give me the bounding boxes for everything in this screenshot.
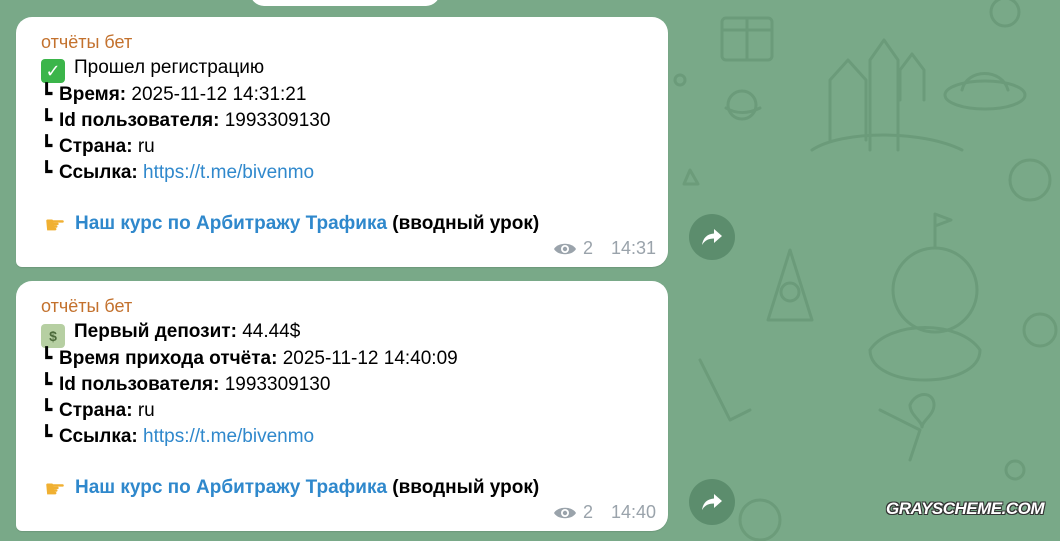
course-line: ☛ Наш курс по Арбитражу Трафика (вводный … [41, 213, 539, 238]
detail-row: ┗ Страна: ru [41, 399, 155, 422]
share-button[interactable] [689, 214, 735, 260]
previous-message-bubble [250, 0, 440, 6]
corner-glyph: ┗ [41, 110, 53, 131]
corner-glyph: ┗ [41, 374, 53, 395]
row-label: Время прихода отчёта: [59, 348, 278, 369]
corner-glyph: ┗ [41, 426, 53, 447]
pointing-finger-emoji: ☛ [44, 476, 66, 503]
row-label: Страна: [59, 400, 133, 421]
row-value: 2025-11-12 14:31:21 [131, 84, 307, 105]
corner-glyph: ┗ [41, 400, 53, 421]
row-label: Id пользователя: [59, 374, 220, 395]
course-link[interactable]: Наш курс по Арбитражу Трафика [75, 477, 387, 498]
row-label: Ссылка: [59, 162, 138, 183]
course-line: ☛ Наш курс по Арбитражу Трафика (вводный … [41, 477, 539, 502]
view-count: 2 [582, 238, 593, 258]
detail-row: ┗ Id пользователя: 1993309130 [41, 109, 330, 132]
headline-label: Прошел регистрацию [74, 57, 265, 78]
sender-name[interactable]: отчёты бет [41, 296, 132, 317]
watermark: GRAYSCHEME.COM [886, 499, 1044, 518]
profile-link[interactable]: https://t.me/bivenmo [143, 162, 314, 183]
corner-glyph: ┗ [41, 162, 53, 183]
eye-icon [553, 507, 576, 518]
row-label: Id пользователя: [59, 110, 220, 131]
headline-label: Первый депозит: [74, 321, 237, 342]
corner-glyph: ┗ [41, 136, 53, 157]
course-suffix: (вводный урок) [392, 213, 540, 234]
message-time: 14:40 [610, 502, 656, 522]
view-count: 2 [582, 502, 593, 522]
message-meta: 2 14:31 [553, 238, 656, 259]
course-suffix: (вводный урок) [392, 477, 540, 498]
eye-icon [553, 243, 576, 254]
row-value: 1993309130 [224, 374, 331, 395]
pointing-finger-emoji: ☛ [44, 212, 66, 239]
detail-row: ┗ Ссылка: https://t.me/bivenmo [41, 161, 314, 184]
detail-row: ┗ Ссылка: https://t.me/bivenmo [41, 425, 314, 448]
row-value: 1993309130 [224, 110, 331, 131]
share-icon [702, 229, 722, 245]
share-icon [702, 494, 722, 510]
course-link[interactable]: Наш курс по Арбитражу Трафика [75, 213, 387, 234]
row-value: ru [137, 400, 155, 421]
row-label: Страна: [59, 136, 133, 157]
message-bubble[interactable]: отчёты бет ✓ Прошел регистрацию ┗ Время: 2… [16, 17, 668, 267]
detail-row: ┗ Время: 2025-11-12 14:31:21 [41, 83, 306, 106]
row-label: Время: [59, 84, 127, 105]
money-emoji: $ [41, 324, 65, 348]
row-value: 2025-11-12 14:40:09 [282, 348, 458, 369]
sender-name[interactable]: отчёты бет [41, 32, 132, 53]
headline-value: 44.44$ [242, 321, 301, 342]
row-label: Ссылка: [59, 426, 138, 447]
share-button[interactable] [689, 479, 735, 525]
corner-glyph: ┗ [41, 348, 53, 369]
detail-row: ┗ Страна: ru [41, 135, 155, 158]
detail-row: ┗ Время прихода отчёта: 2025-11-12 14:40:… [41, 347, 458, 370]
detail-row: ┗ Id пользователя: 1993309130 [41, 373, 330, 396]
message-time: 14:31 [610, 238, 656, 258]
headline: ✓ Прошел регистрацию [41, 57, 264, 83]
corner-glyph: ┗ [41, 84, 53, 105]
profile-link[interactable]: https://t.me/bivenmo [143, 426, 314, 447]
check-mark-emoji: ✓ [41, 59, 65, 83]
message-bubble[interactable]: отчёты бет $ Первый депозит: 44.44$ ┗ Врем… [16, 281, 668, 531]
row-value: ru [137, 136, 155, 157]
message-meta: 2 14:40 [553, 502, 656, 523]
headline: $ Первый депозит: 44.44$ [41, 321, 300, 348]
